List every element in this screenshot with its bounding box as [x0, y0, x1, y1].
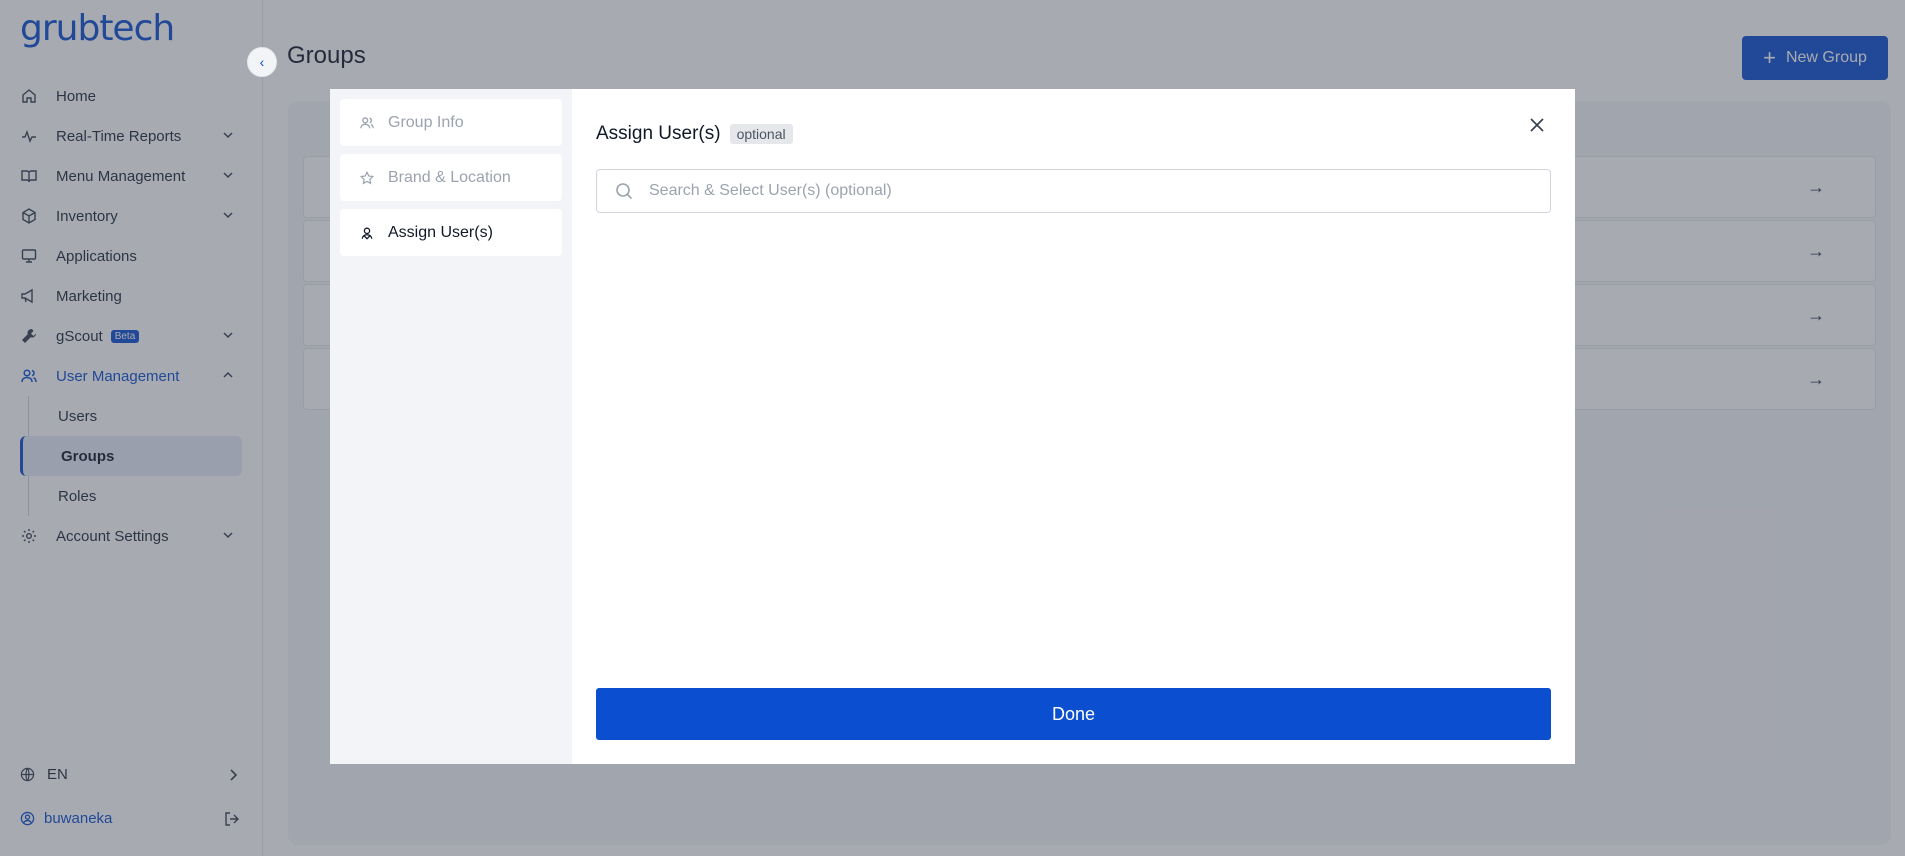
- done-button[interactable]: Done: [596, 688, 1551, 740]
- step-label: Brand & Location: [388, 168, 511, 186]
- star-icon: [360, 170, 374, 185]
- step-brand-location[interactable]: Brand & Location: [340, 154, 562, 201]
- search-input[interactable]: [649, 182, 1529, 200]
- modal-steps-panel: Group Info Brand & Location Assign User(…: [330, 89, 572, 764]
- users-icon: [360, 116, 374, 130]
- close-icon[interactable]: [1527, 115, 1547, 135]
- step-group-info[interactable]: Group Info: [340, 99, 562, 146]
- modal-title: Assign User(s) optional: [596, 123, 793, 145]
- search-icon: [616, 183, 633, 200]
- user-assign-icon: [360, 226, 374, 240]
- modal-title-text: Assign User(s): [596, 123, 721, 144]
- step-label: Assign User(s): [388, 223, 493, 241]
- step-assign-users[interactable]: Assign User(s): [340, 209, 562, 256]
- user-search-field[interactable]: [596, 169, 1551, 213]
- step-label: Group Info: [388, 113, 464, 131]
- optional-badge: optional: [729, 124, 793, 144]
- chevron-left-icon: ‹: [259, 54, 265, 70]
- create-group-modal: Group Info Brand & Location Assign User(…: [330, 89, 1575, 764]
- collapse-sidebar-button[interactable]: ‹: [247, 47, 277, 77]
